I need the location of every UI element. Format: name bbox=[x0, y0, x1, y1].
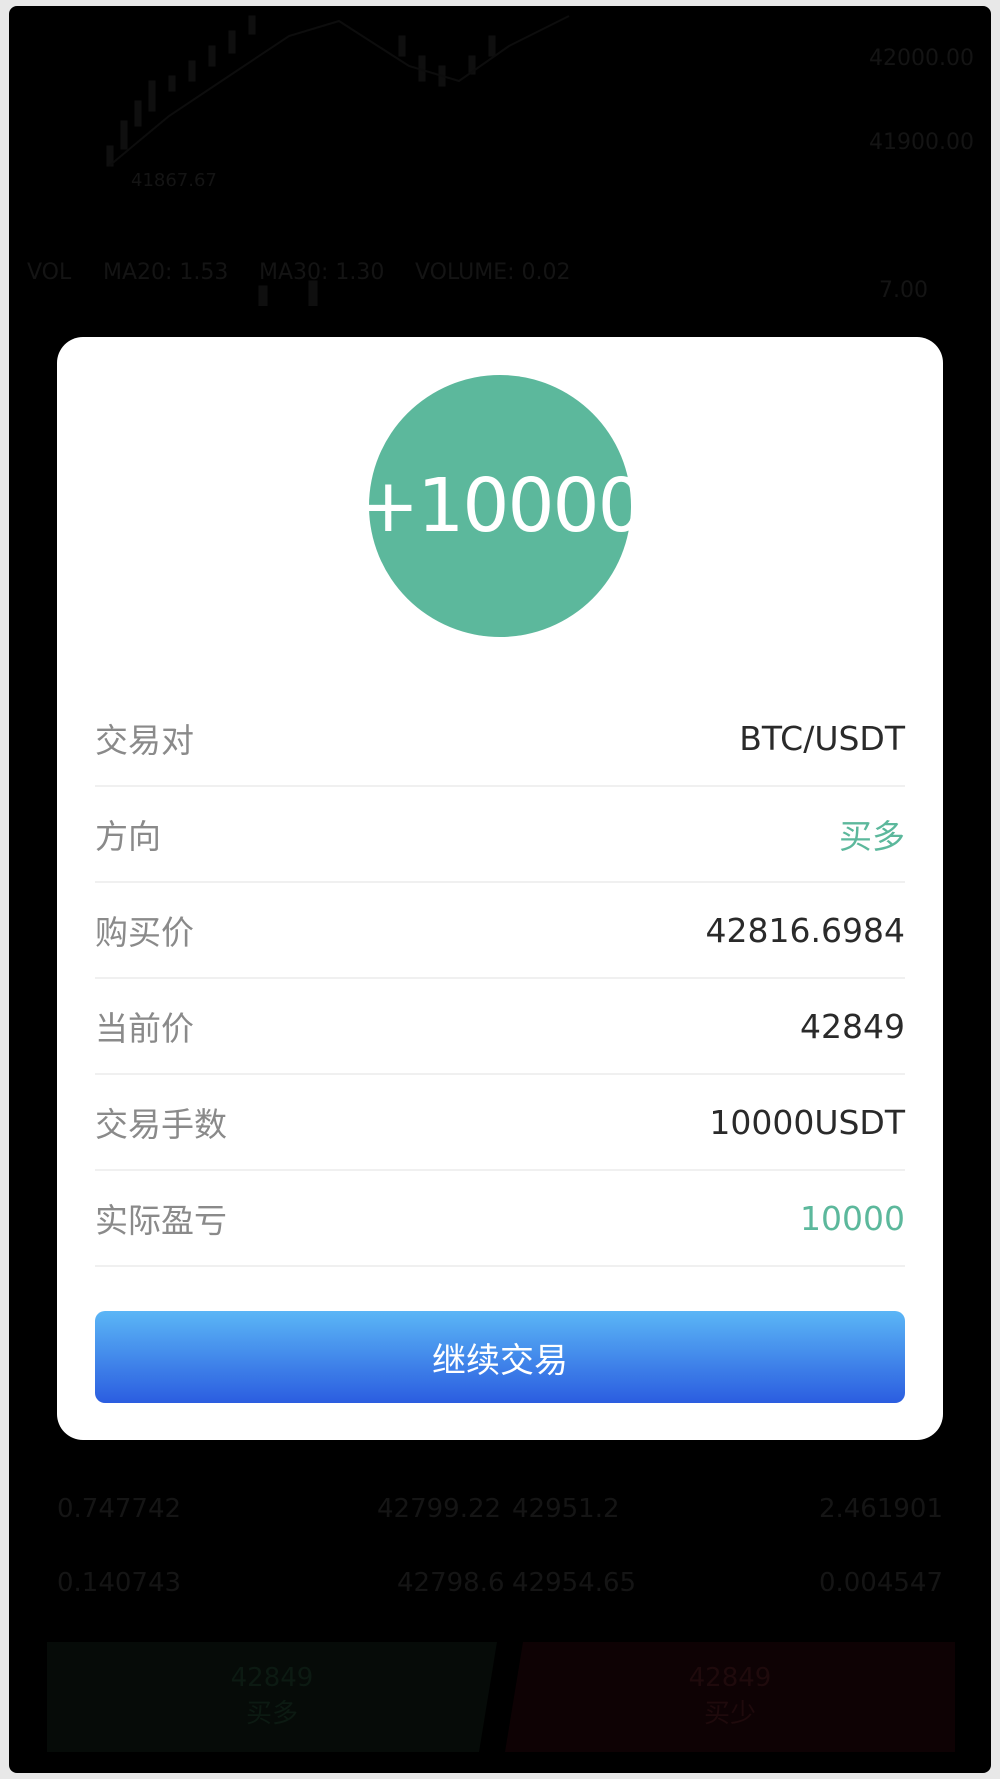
detail-label: 方向 bbox=[95, 817, 161, 856]
order-book-row: 0.140743 42798.6 42954.65 0.004547 bbox=[57, 1568, 943, 1598]
buy-long-button[interactable]: 42849 买多 bbox=[47, 1642, 497, 1752]
price-axis-label: 42000.00 bbox=[869, 46, 974, 71]
detail-row-actual-pnl: 实际盈亏 10000 bbox=[95, 1171, 905, 1267]
indicator-ma20: MA20: 1.53 bbox=[103, 260, 229, 285]
low-price-marker: 41867.67 bbox=[131, 170, 217, 191]
detail-value: 42849 bbox=[800, 1006, 905, 1046]
indicator-volume: VOLUME: 0.02 bbox=[415, 260, 571, 285]
detail-label: 交易手数 bbox=[95, 1105, 227, 1144]
sell-label: 买少 bbox=[703, 1699, 756, 1729]
detail-row-direction: 方向 买多 bbox=[95, 787, 905, 883]
price-axis-label: 41900.00 bbox=[869, 130, 974, 155]
indicator-vol: VOL bbox=[27, 260, 72, 285]
order-book-row: 0.747742 42799.22 42951.2 2.461901 bbox=[57, 1494, 943, 1524]
buy-label: 买多 bbox=[245, 1699, 298, 1729]
buy-short-button[interactable]: 42849 买少 bbox=[505, 1642, 955, 1752]
detail-value: BTC/USDT bbox=[739, 718, 905, 758]
detail-row-current-price: 当前价 42849 bbox=[95, 979, 905, 1075]
vol-axis-label: 7.00 bbox=[879, 278, 928, 303]
trade-result-modal: +10000 交易对 BTC/USDT 方向 买多 购买价 42816.6984… bbox=[57, 337, 943, 1440]
pnl-badge: +10000 bbox=[357, 375, 645, 637]
trade-details: 交易对 BTC/USDT 方向 买多 购买价 42816.6984 当前价 42… bbox=[95, 691, 905, 1267]
detail-label: 实际盈亏 bbox=[95, 1201, 227, 1240]
detail-value: 42816.6984 bbox=[705, 910, 905, 950]
detail-row-pair: 交易对 BTC/USDT bbox=[95, 691, 905, 787]
detail-row-lot-size: 交易手数 10000USDT bbox=[95, 1075, 905, 1171]
buy-price: 42849 bbox=[230, 1663, 314, 1693]
detail-value: 10000 bbox=[800, 1198, 905, 1238]
detail-label: 当前价 bbox=[95, 1009, 194, 1048]
detail-value: 买多 bbox=[839, 817, 905, 856]
sell-price: 42849 bbox=[688, 1663, 772, 1693]
detail-row-buy-price: 购买价 42816.6984 bbox=[95, 883, 905, 979]
indicator-ma30: MA30: 1.30 bbox=[259, 260, 385, 285]
detail-label: 购买价 bbox=[95, 913, 194, 952]
detail-label: 交易对 bbox=[95, 721, 194, 760]
detail-value: 10000USDT bbox=[709, 1102, 905, 1142]
continue-trading-button[interactable]: 继续交易 bbox=[95, 1311, 905, 1403]
